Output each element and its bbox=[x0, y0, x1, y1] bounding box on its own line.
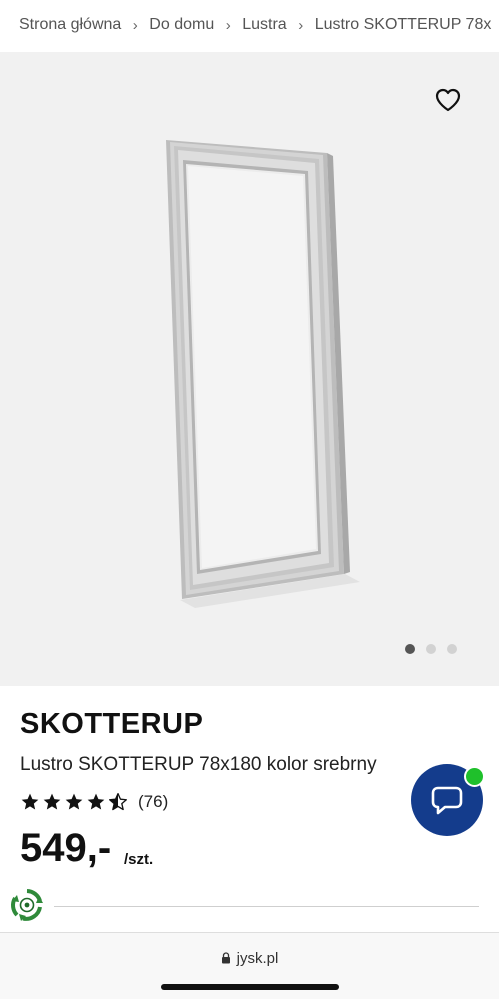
chevron-right-icon: › bbox=[298, 16, 304, 34]
breadcrumb: Strona główna › Do domu › Lustra › Lustr… bbox=[0, 0, 499, 50]
gallery-dot[interactable] bbox=[426, 644, 436, 654]
lock-icon bbox=[221, 952, 230, 964]
star-full-icon bbox=[21, 793, 39, 810]
star-full-icon bbox=[87, 793, 105, 810]
star-full-icon bbox=[43, 793, 61, 810]
home-indicator[interactable] bbox=[161, 984, 339, 990]
heart-outline-icon bbox=[435, 88, 461, 112]
address-display[interactable]: jysk.pl bbox=[0, 950, 499, 967]
rating-count[interactable]: (76) bbox=[138, 792, 168, 812]
chevron-right-icon: › bbox=[225, 16, 231, 34]
favorite-button[interactable] bbox=[435, 88, 461, 112]
section-divider bbox=[54, 906, 479, 907]
url-text: jysk.pl bbox=[236, 950, 279, 967]
browser-url-bar[interactable]: jysk.pl bbox=[0, 932, 499, 999]
product-name: Lustro SKOTTERUP 78x180 kolor srebrny bbox=[20, 754, 377, 775]
chat-bubble-icon bbox=[431, 786, 463, 815]
online-status-dot bbox=[464, 766, 485, 787]
product-brand: SKOTTERUP bbox=[20, 708, 204, 740]
eco-recycle-icon[interactable] bbox=[9, 887, 45, 923]
breadcrumb-lustra[interactable]: Lustra bbox=[242, 16, 286, 34]
chevron-right-icon: › bbox=[132, 16, 138, 34]
star-half-icon bbox=[109, 793, 128, 811]
product-rating[interactable]: (76) bbox=[20, 792, 168, 812]
star-full-icon bbox=[65, 793, 83, 810]
product-image[interactable] bbox=[0, 52, 499, 686]
price-unit: /szt. bbox=[124, 851, 154, 868]
breadcrumb-home[interactable]: Strona główna bbox=[19, 16, 121, 34]
gallery-dot[interactable] bbox=[447, 644, 457, 654]
breadcrumb-current[interactable]: Lustro SKOTTERUP 78x bbox=[315, 16, 492, 34]
gallery-dot[interactable] bbox=[405, 644, 415, 654]
product-price: 549,- bbox=[20, 826, 112, 870]
gallery-pagination bbox=[405, 644, 457, 654]
breadcrumb-do-domu[interactable]: Do domu bbox=[149, 16, 214, 34]
rating-stars bbox=[20, 792, 128, 812]
product-gallery[interactable] bbox=[0, 52, 499, 686]
